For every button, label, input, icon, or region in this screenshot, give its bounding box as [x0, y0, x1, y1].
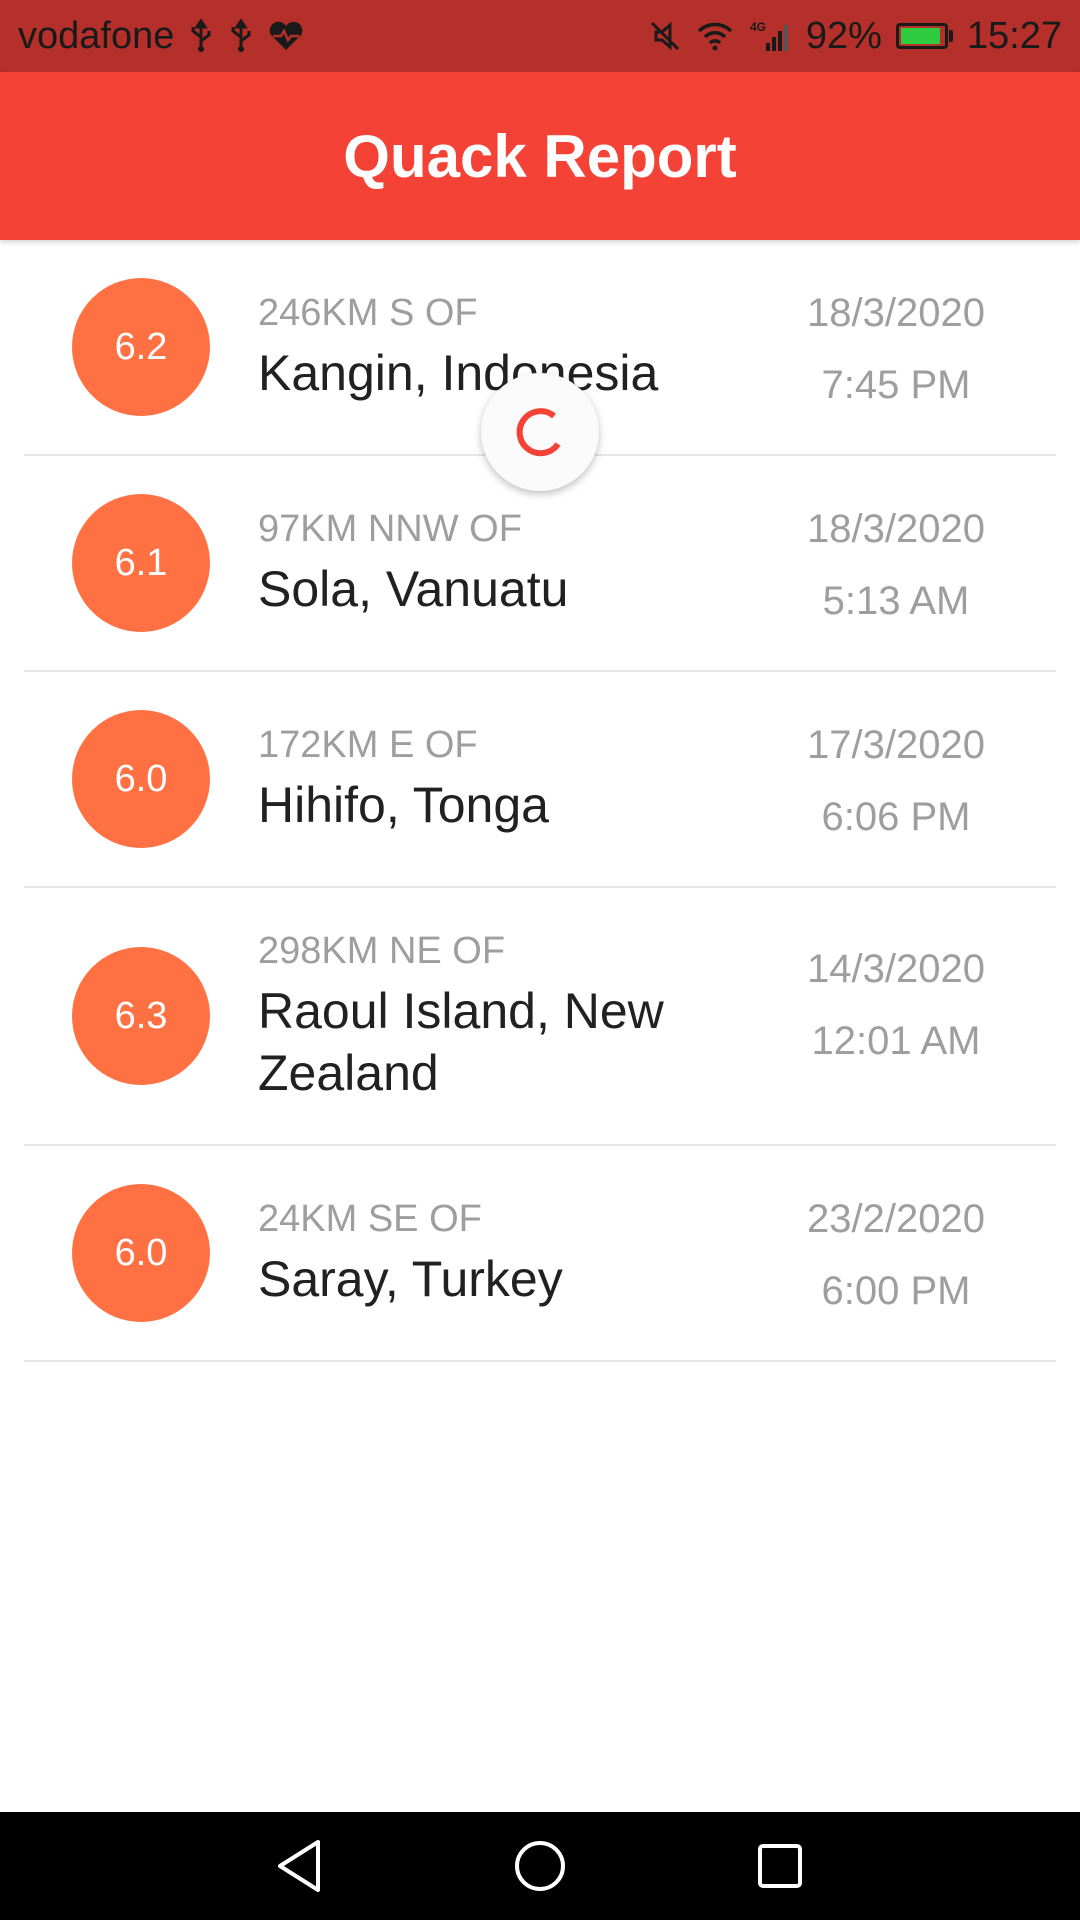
svg-text:4G: 4G: [750, 20, 766, 34]
quake-time: 6:00 PM: [821, 1269, 971, 1313]
status-bar: vodafone 4G 92% 15:27: [0, 0, 1080, 72]
magnitude-badge: 6.0: [72, 1184, 210, 1322]
usb-icon: [188, 19, 214, 53]
location-primary: Raoul Island, New Zealand: [258, 983, 664, 1101]
system-nav-bar: [0, 1812, 1080, 1920]
battery-icon: [895, 23, 953, 49]
location-offset: 298KM NE OF: [258, 930, 506, 972]
magnitude-badge: 6.0: [72, 710, 210, 848]
home-icon[interactable]: [505, 1831, 575, 1901]
magnitude-badge: 6.1: [72, 494, 210, 632]
refresh-spinner: [481, 373, 599, 491]
carrier-name: vodafone: [18, 14, 175, 57]
location-primary: Sola, Vanuatu: [258, 561, 569, 617]
location-offset: 97KM NNW OF: [258, 508, 522, 550]
quake-time: 6:06 PM: [821, 795, 971, 839]
location-offset: 24KM SE OF: [258, 1198, 482, 1240]
magnitude-badge: 6.2: [72, 278, 210, 416]
signal-icon: 4G: [748, 19, 792, 53]
spinner-icon: [516, 408, 561, 457]
app-bar: Quack Report: [0, 72, 1080, 240]
back-icon[interactable]: [265, 1831, 335, 1901]
location-primary: Hihifo, Tonga: [258, 777, 549, 833]
quake-date: 23/2/2020: [807, 1197, 985, 1241]
location-offset: 172KM E OF: [258, 724, 478, 766]
magnitude-badge: 6.3: [72, 947, 210, 1085]
quake-date: 14/3/2020: [807, 947, 985, 991]
quake-date: 18/3/2020: [807, 291, 985, 335]
usb-icon: [228, 19, 254, 53]
quake-time: 12:01 AM: [811, 1019, 981, 1063]
location-primary: Saray, Turkey: [258, 1251, 563, 1307]
mute-icon: [648, 19, 682, 53]
wifi-icon: [696, 21, 734, 51]
clock: 15:27: [966, 14, 1062, 57]
quake-time: 7:45 PM: [821, 363, 971, 407]
quake-date: 18/3/2020: [807, 507, 985, 551]
battery-percent: 92%: [805, 14, 882, 57]
page-title: Quack Report: [343, 122, 737, 190]
quake-time: 5:13 AM: [822, 579, 970, 623]
quake-date: 17/3/2020: [807, 723, 985, 767]
list-item[interactable]: 6.0 24KM SE OF Saray, Turkey 23/2/2020 6…: [24, 1146, 1056, 1362]
recents-icon[interactable]: [745, 1831, 815, 1901]
location-offset: 246KM S OF: [258, 292, 478, 334]
list-item[interactable]: 6.3 298KM NE OF Raoul Island, New Zealan…: [24, 888, 1056, 1146]
heartbeat-icon: [268, 20, 304, 52]
list-item[interactable]: 6.0 172KM E OF Hihifo, Tonga 17/3/2020 6…: [24, 672, 1056, 888]
